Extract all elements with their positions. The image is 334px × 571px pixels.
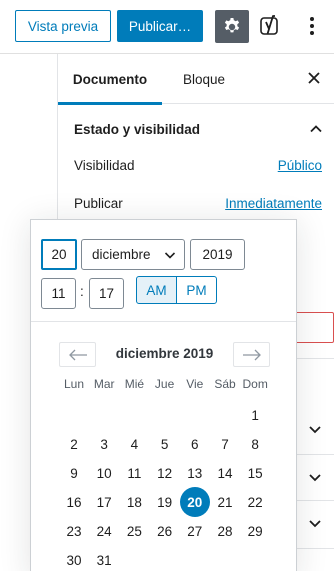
publish-label: Publicar <box>74 196 123 211</box>
publish-button[interactable]: Publicar… <box>117 10 203 42</box>
calendar-day[interactable]: 14 <box>210 458 240 488</box>
preview-button[interactable]: Vista previa <box>15 10 111 42</box>
month-select-value: diciembre <box>92 247 151 262</box>
calendar-month-title: diciembre 2019 <box>115 346 214 361</box>
publish-date-link[interactable]: Inmediatamente <box>225 196 322 211</box>
calendar-day[interactable]: 10 <box>89 458 119 488</box>
divider <box>294 358 334 359</box>
gear-icon <box>224 17 240 32</box>
weekday-label: Jue <box>154 377 175 391</box>
calendar-day[interactable]: 9 <box>59 458 89 488</box>
minute-input[interactable]: 17 <box>89 278 124 309</box>
day-input[interactable]: 20 <box>41 239 77 270</box>
calendar-day[interactable]: 13 <box>180 458 210 488</box>
calendar-day[interactable]: 18 <box>119 487 149 517</box>
calendar-day[interactable]: 28 <box>210 516 240 546</box>
calendar-day[interactable]: 12 <box>150 458 180 488</box>
calendar-day[interactable]: 19 <box>150 487 180 517</box>
visibility-label: Visibilidad <box>74 158 135 173</box>
calendar-weekday-header: Lun Mar Mié Jue Vie Sáb Dom <box>59 377 270 393</box>
yoast-seo-button[interactable] <box>257 12 283 40</box>
time-separator: : <box>80 284 84 299</box>
calendar-day[interactable]: 15 <box>240 458 270 488</box>
divider <box>31 321 296 322</box>
move-to-trash-button[interactable] <box>294 312 334 343</box>
more-vertical-icon <box>310 17 314 35</box>
weekday-label: Sáb <box>214 377 236 391</box>
year-input[interactable]: 2019 <box>190 239 245 270</box>
previous-month-button[interactable] <box>59 342 96 367</box>
more-options-button[interactable] <box>302 12 322 40</box>
calendar-day-selected[interactable]: 20 <box>179 487 210 517</box>
calendar-day[interactable]: 4 <box>119 429 149 459</box>
calendar-day[interactable]: 27 <box>180 516 210 546</box>
calendar-day[interactable]: 11 <box>119 458 149 488</box>
pm-button[interactable]: PM <box>176 276 217 304</box>
calendar-day[interactable]: 23 <box>59 516 89 546</box>
calendar-day[interactable]: 25 <box>119 516 149 546</box>
weekday-label: Vie <box>186 377 204 391</box>
calendar-day[interactable]: 24 <box>89 516 119 546</box>
chevron-down-icon[interactable] <box>308 470 322 484</box>
calendar-day[interactable]: 30 <box>59 545 89 571</box>
tab-block[interactable]: Bloque <box>162 54 246 104</box>
status-visibility-panel-header[interactable]: Estado y visibilidad <box>58 104 334 154</box>
calendar-day[interactable]: 7 <box>210 429 240 459</box>
chevron-down-icon[interactable] <box>308 422 322 436</box>
calendar-day[interactable]: 3 <box>89 429 119 459</box>
calendar-day[interactable]: 31 <box>89 545 119 571</box>
divider <box>294 548 334 549</box>
month-select[interactable]: diciembre <box>81 239 185 270</box>
weekday-label: Mié <box>124 377 145 391</box>
calendar-day[interactable]: 2 <box>59 429 89 459</box>
tab-document[interactable]: Documento <box>58 54 162 105</box>
divider <box>294 454 334 455</box>
weekday-label: Lun <box>63 377 85 391</box>
weekday-label: Mar <box>93 377 115 391</box>
chevron-up-icon <box>310 125 322 133</box>
divider <box>294 500 334 501</box>
next-month-button[interactable] <box>233 342 270 367</box>
calendar-day[interactable]: 8 <box>240 429 270 459</box>
calendar-day[interactable]: 29 <box>240 516 270 546</box>
visibility-link[interactable]: Público <box>278 158 322 173</box>
close-sidebar-button[interactable] <box>306 70 322 86</box>
calendar-day-grid: 1 2 3 4 5 6 7 8 9 10 11 12 13 14 15 16 17 18 19 20 21 22 23 24 2… <box>59 400 270 571</box>
sidebar-tabs: Documento Bloque <box>58 54 334 105</box>
yoast-icon <box>260 15 278 35</box>
settings-button[interactable] <box>215 10 249 43</box>
calendar-day[interactable]: 5 <box>150 429 180 459</box>
close-icon <box>308 72 320 84</box>
calendar-day[interactable]: 16 <box>59 487 89 517</box>
chevron-down-icon <box>164 252 176 259</box>
panel-title: Estado y visibilidad <box>74 122 201 137</box>
calendar-day[interactable]: 22 <box>240 487 270 517</box>
arrow-left-icon <box>68 349 87 360</box>
calendar-day[interactable]: 17 <box>89 487 119 517</box>
calendar-day[interactable]: 26 <box>150 516 180 546</box>
editor-header: Vista previa Publicar… <box>0 0 334 54</box>
hour-input[interactable]: 11 <box>41 278 76 309</box>
arrow-right-icon <box>242 349 261 360</box>
chevron-down-icon[interactable] <box>308 516 322 530</box>
am-button[interactable]: AM <box>136 276 177 304</box>
date-time-picker-popover: 20 diciembre 2019 11 : 17 AM PM diciembr… <box>30 219 297 571</box>
calendar-day[interactable]: 1 <box>240 400 270 430</box>
calendar-day[interactable]: 21 <box>210 487 240 517</box>
calendar-day[interactable]: 6 <box>180 429 210 459</box>
weekday-label: Dom <box>242 377 268 391</box>
